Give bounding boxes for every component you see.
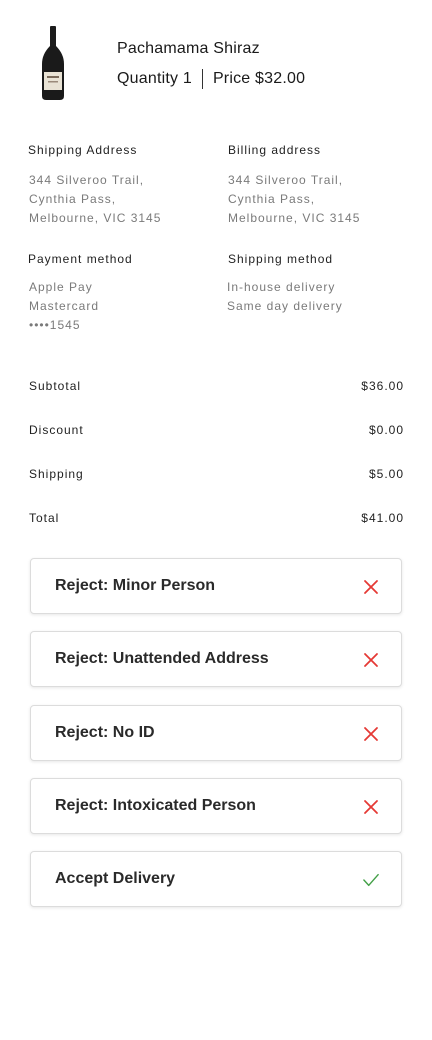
- button-label: Accept Delivery: [55, 870, 176, 887]
- billing-address-line: Cynthia Pass,: [228, 192, 316, 206]
- payment-method-line: Apple Pay: [29, 280, 93, 294]
- billing-address-label: Billing address: [228, 143, 322, 157]
- shipping-method: In-house delivery Same day delivery: [227, 278, 343, 316]
- payment-method-line: Mastercard: [29, 299, 100, 313]
- reject-minor-person-button[interactable]: Reject: Minor Person: [30, 558, 402, 614]
- close-icon: [364, 727, 378, 741]
- shipping-address-line: Cynthia Pass,: [29, 192, 117, 206]
- reject-no-id-button[interactable]: Reject: No ID: [30, 705, 402, 761]
- product-quantity: Quantity 1: [117, 70, 192, 87]
- close-icon: [364, 800, 378, 814]
- product-header: Pachamama Shiraz Quantity 1 Price $32.00: [0, 0, 432, 110]
- button-label: Reject: Intoxicated Person: [55, 797, 256, 814]
- button-label: Reject: No ID: [55, 724, 155, 741]
- reject-unattended-address-button[interactable]: Reject: Unattended Address: [30, 631, 402, 687]
- payment-method-label: Payment method: [28, 252, 133, 266]
- product-price: Price $32.00: [212, 70, 306, 87]
- summary-label: Shipping: [29, 467, 84, 481]
- button-label: Reject: Minor Person: [55, 577, 216, 594]
- shipping-method-line: In-house delivery: [227, 280, 336, 294]
- check-icon: [363, 873, 379, 887]
- summary-value: $41.00: [361, 511, 404, 525]
- summary-subtotal: Subtotal $36.00: [29, 379, 404, 393]
- billing-address: 344 Silveroo Trail, Cynthia Pass, Melbou…: [228, 171, 360, 228]
- close-icon: [364, 580, 378, 594]
- shipping-address-line: 344 Silveroo Trail,: [29, 173, 145, 187]
- payment-method: Apple Pay Mastercard ••••1545: [29, 278, 99, 335]
- summary-total: Total $41.00: [29, 511, 404, 525]
- summary-label: Total: [29, 511, 60, 525]
- shipping-method-line: Same day delivery: [227, 299, 343, 313]
- shipping-method-label: Shipping method: [228, 252, 334, 266]
- close-icon: [364, 653, 378, 667]
- shipping-address-label: Shipping Address: [28, 143, 138, 157]
- summary-value: $5.00: [368, 467, 404, 481]
- button-label: Reject: Unattended Address: [55, 650, 269, 667]
- summary-label: Discount: [29, 423, 84, 437]
- summary-discount: Discount $0.00: [29, 423, 404, 437]
- accept-delivery-button[interactable]: Accept Delivery: [30, 851, 402, 907]
- summary-label: Subtotal: [29, 379, 82, 393]
- shipping-address-line: Melbourne, VIC 3145: [29, 211, 162, 225]
- summary-value: $0.00: [368, 423, 404, 437]
- summary-value: $36.00: [361, 379, 404, 393]
- product-meta: Quantity 1 Price $32.00: [117, 69, 305, 89]
- summary-shipping: Shipping $5.00: [29, 467, 404, 481]
- shipping-address: 344 Silveroo Trail, Cynthia Pass, Melbou…: [29, 171, 161, 228]
- payment-card-number: ••••1545: [29, 318, 81, 332]
- product-name: Pachamama Shiraz: [117, 40, 260, 57]
- billing-address-line: Melbourne, VIC 3145: [228, 211, 361, 225]
- reject-intoxicated-person-button[interactable]: Reject: Intoxicated Person: [30, 778, 402, 834]
- wine-bottle-icon: [42, 26, 64, 100]
- meta-divider: [201, 69, 203, 89]
- billing-address-line: 344 Silveroo Trail,: [228, 173, 344, 187]
